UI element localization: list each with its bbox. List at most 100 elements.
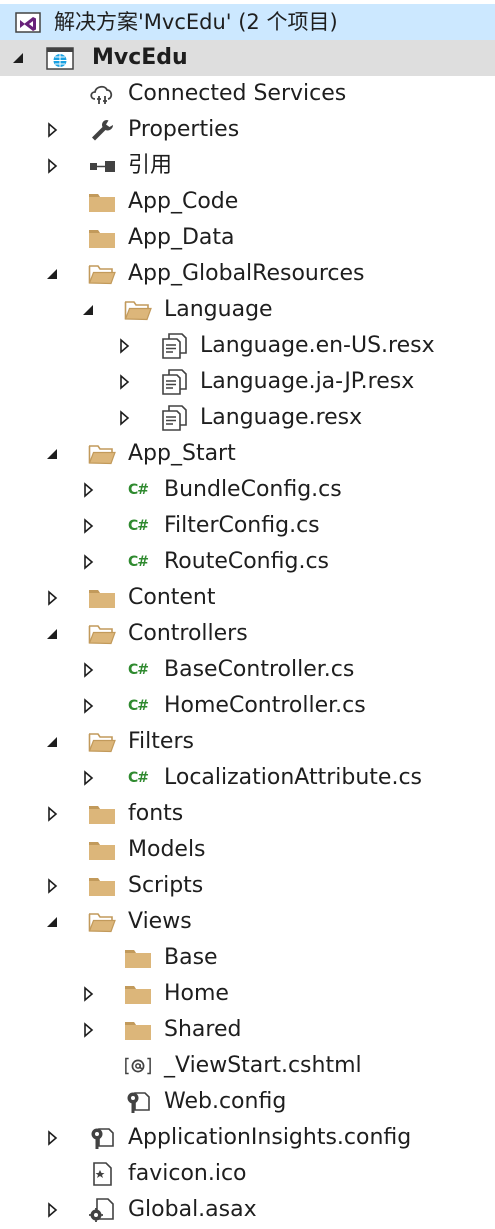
expanded-arrow-icon[interactable] <box>42 732 62 752</box>
tree-item-label: favicon.ico <box>128 1161 247 1186</box>
collapsed-arrow-icon[interactable] <box>42 156 62 176</box>
collapsed-arrow-icon[interactable] <box>78 1020 98 1040</box>
tree-item-label: Language.en-US.resx <box>200 333 435 358</box>
tree-item-label: App_Data <box>128 225 235 250</box>
tree-item[interactable]: Controllers <box>0 616 495 652</box>
csharp-file-icon: C# <box>127 698 149 714</box>
tree-item-label: App_GlobalResources <box>128 261 365 286</box>
tree-item-label: HomeController.cs <box>164 693 366 718</box>
folder-open-icon <box>88 730 116 754</box>
tree-item[interactable]: MvcEdu <box>0 40 495 76</box>
web-project-icon <box>46 46 74 70</box>
tree-item[interactable]: Content <box>0 580 495 616</box>
tree-item-label: RouteConfig.cs <box>164 549 329 574</box>
tree-item[interactable]: Home <box>0 976 495 1012</box>
collapsed-arrow-icon[interactable] <box>114 408 134 428</box>
folder-icon <box>124 946 152 970</box>
collapsed-arrow-icon[interactable] <box>42 1200 62 1220</box>
tree-item[interactable]: Scripts <box>0 868 495 904</box>
tree-item[interactable]: Language <box>0 292 495 328</box>
tree-item[interactable]: C# FilterConfig.cs <box>0 508 495 544</box>
tree-item-label: Content <box>128 585 216 610</box>
collapsed-arrow-icon[interactable] <box>78 480 98 500</box>
folder-open-icon <box>88 622 116 646</box>
folder-icon <box>88 586 116 610</box>
asax-file-icon <box>88 1198 116 1222</box>
folder-icon <box>88 226 116 250</box>
tree-item[interactable]: Web.config <box>0 1084 495 1120</box>
tree-item[interactable]: fonts <box>0 796 495 832</box>
folder-open-icon <box>88 442 116 466</box>
expanded-arrow-icon[interactable] <box>42 264 62 284</box>
collapsed-arrow-icon[interactable] <box>78 696 98 716</box>
tree-item-label: BaseController.cs <box>164 657 355 682</box>
tree-item[interactable]: Models <box>0 832 495 868</box>
collapsed-arrow-icon[interactable] <box>78 516 98 536</box>
solution-node[interactable]: 解决方案'MvcEdu' (2 个项目) <box>0 4 495 40</box>
tree-item[interactable]: Language.resx <box>0 400 495 436</box>
tree-item[interactable]: Language.en-US.resx <box>0 328 495 364</box>
expanded-arrow-icon[interactable] <box>78 300 98 320</box>
tree-item[interactable]: App_Data <box>0 220 495 256</box>
tree-item[interactable]: favicon.ico <box>0 1156 495 1192</box>
tree-item-label: Scripts <box>128 873 204 898</box>
expanded-arrow-icon[interactable] <box>8 48 28 68</box>
connected-services-icon <box>88 82 116 106</box>
tree-item[interactable]: C# HomeController.cs <box>0 688 495 724</box>
tree-item-label: FilterConfig.cs <box>164 513 320 538</box>
folder-icon <box>124 982 152 1006</box>
collapsed-arrow-icon[interactable] <box>78 768 98 788</box>
collapsed-arrow-icon[interactable] <box>78 984 98 1004</box>
ico-file-icon <box>88 1162 116 1186</box>
collapsed-arrow-icon[interactable] <box>42 876 62 896</box>
csharp-file-icon: C# <box>127 482 149 498</box>
tree-item[interactable]: C# RouteConfig.cs <box>0 544 495 580</box>
tree-item[interactable]: App_Start <box>0 436 495 472</box>
config-file-icon <box>124 1090 152 1114</box>
tree-item-label: Properties <box>128 117 240 142</box>
collapsed-arrow-icon[interactable] <box>42 804 62 824</box>
collapsed-arrow-icon[interactable] <box>42 588 62 608</box>
tree-item[interactable]: Filters <box>0 724 495 760</box>
collapsed-arrow-icon[interactable] <box>42 120 62 140</box>
folder-open-icon <box>88 910 116 934</box>
collapsed-arrow-icon[interactable] <box>78 552 98 572</box>
tree-item[interactable]: App_Code <box>0 184 495 220</box>
tree-item[interactable]: C# BundleConfig.cs <box>0 472 495 508</box>
csharp-file-icon: C# <box>127 518 149 534</box>
tree-item[interactable]: Shared <box>0 1012 495 1048</box>
expanded-arrow-icon[interactable] <box>42 624 62 644</box>
tree-item-label: Filters <box>128 729 194 754</box>
tree-item[interactable]: ApplicationInsights.config <box>0 1120 495 1156</box>
resx-file-icon <box>160 369 188 395</box>
collapsed-arrow-icon[interactable] <box>42 1128 62 1148</box>
collapsed-arrow-icon[interactable] <box>78 660 98 680</box>
collapsed-arrow-icon[interactable] <box>114 336 134 356</box>
references-icon <box>88 154 116 178</box>
tree-item-label: Views <box>128 909 192 934</box>
csharp-file-icon: C# <box>127 770 149 786</box>
tree-item-label: Controllers <box>128 621 248 646</box>
config-file-icon <box>88 1126 116 1150</box>
tree-item[interactable]: Views <box>0 904 495 940</box>
expanded-arrow-icon[interactable] <box>42 444 62 464</box>
collapsed-arrow-icon[interactable] <box>114 372 134 392</box>
tree-item[interactable]: Base <box>0 940 495 976</box>
tree-item[interactable]: Global.asax <box>0 1192 495 1228</box>
tree-item-label: App_Code <box>128 189 239 214</box>
tree-item-label: Models <box>128 837 206 862</box>
tree-item[interactable]: _ViewStart.cshtml <box>0 1048 495 1084</box>
tree-item[interactable]: C# LocalizationAttribute.cs <box>0 760 495 796</box>
tree-item[interactable]: App_GlobalResources <box>0 256 495 292</box>
resx-file-icon <box>160 333 188 359</box>
tree-item[interactable]: C# BaseController.cs <box>0 652 495 688</box>
tree-item[interactable]: 引用 <box>0 148 495 184</box>
tree-item[interactable]: Connected Services <box>0 76 495 112</box>
folder-icon <box>88 838 116 862</box>
tree-item[interactable]: Properties <box>0 112 495 148</box>
tree-item-label: Language.resx <box>200 405 363 430</box>
tree-item[interactable]: Language.ja-JP.resx <box>0 364 495 400</box>
expanded-arrow-icon[interactable] <box>42 912 62 932</box>
tree-item-label: Base <box>164 945 218 970</box>
csharp-file-icon: C# <box>127 554 149 570</box>
